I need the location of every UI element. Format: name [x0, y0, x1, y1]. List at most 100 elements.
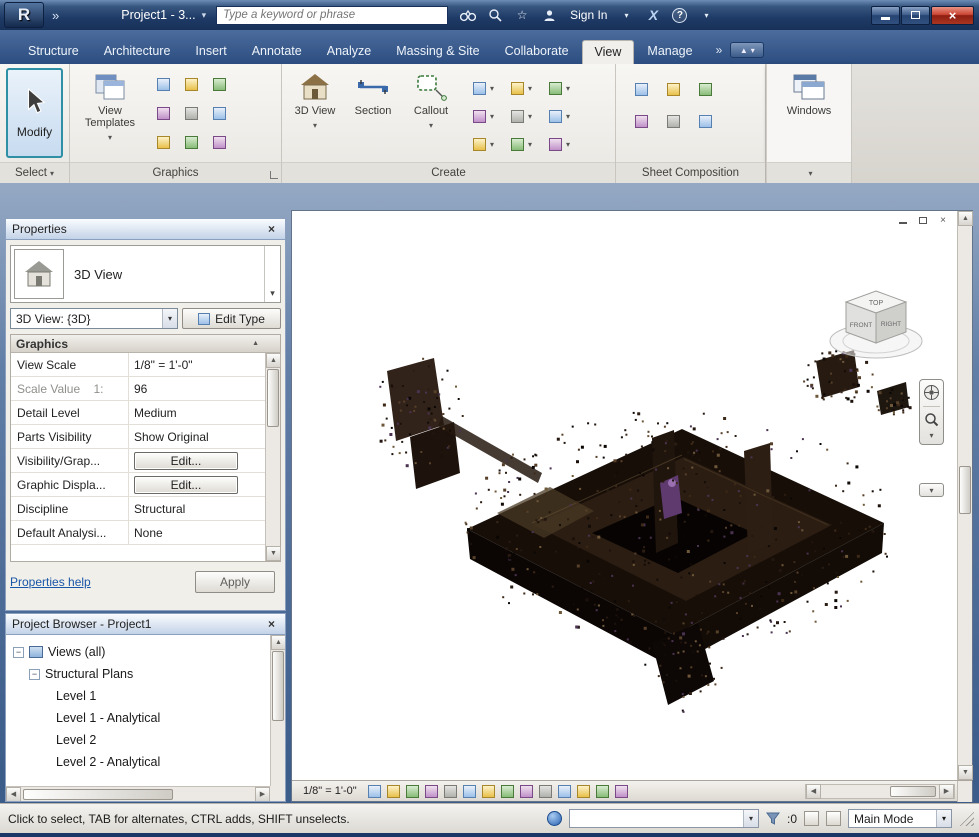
visual-style-icon[interactable]: [384, 783, 403, 800]
select-panel-label[interactable]: Select ▾: [0, 162, 69, 183]
thin-lines-icon[interactable]: [208, 73, 230, 95]
search-binoculars-icon[interactable]: [460, 7, 477, 23]
sign-in-label[interactable]: Sign In: [570, 8, 607, 22]
view-vscrollbar[interactable]: ▲ ▼: [957, 211, 973, 780]
sign-in-caret-icon[interactable]: ▾: [618, 7, 634, 23]
scale-button[interactable]: 1/8" = 1'-0": [296, 783, 364, 800]
reveal-hidden-elements-icon[interactable]: [536, 783, 555, 800]
property-row[interactable]: Parts Visibility Show Original: [11, 425, 265, 449]
scroll-up-icon[interactable]: ▲: [271, 635, 285, 650]
property-row[interactable]: Discipline Structural: [11, 497, 265, 521]
navigation-bar-expander[interactable]: ▾: [919, 483, 944, 497]
legends-icon[interactable]: [506, 105, 528, 127]
tab-massing-site[interactable]: Massing & Site: [384, 40, 491, 64]
project-browser-vscrollbar[interactable]: ▲: [270, 635, 285, 786]
tab-structure[interactable]: Structure: [16, 40, 91, 64]
scrollbar-thumb[interactable]: [267, 369, 279, 427]
tree-item-views-all[interactable]: − Views (all): [6, 641, 285, 663]
scroll-left-icon[interactable]: ◀: [806, 783, 821, 799]
worksharing-display-icon[interactable]: [555, 783, 574, 800]
collapse-expander-icon[interactable]: −: [13, 646, 24, 658]
show-rendering-dialog-icon[interactable]: [441, 783, 460, 800]
scroll-down-icon[interactable]: ▼: [266, 546, 281, 561]
render-gallery-icon[interactable]: [208, 131, 230, 153]
view-instance-combo[interactable]: 3D View: {3D} ▾: [10, 308, 178, 329]
navigation-bar[interactable]: ▾: [919, 379, 944, 445]
property-row[interactable]: Graphic Displa... Edit...: [11, 473, 265, 497]
new-sheet-icon[interactable]: [630, 78, 652, 100]
graphics-section-header[interactable]: Graphics ▲: [11, 335, 280, 353]
zoom-icon[interactable]: [924, 412, 939, 427]
scrollbar-thumb[interactable]: [272, 651, 284, 721]
graphics-dialog-launcher-icon[interactable]: [270, 171, 278, 179]
help-search-box[interactable]: [216, 5, 449, 25]
callout-button[interactable]: Callout ▾: [402, 66, 460, 160]
search-input[interactable]: [217, 6, 448, 24]
tree-item-level-2-analytical[interactable]: Level 2 - Analytical: [6, 751, 285, 773]
tab-collaborate[interactable]: Collaborate: [493, 40, 581, 64]
schedules-icon[interactable]: [468, 133, 490, 155]
exchange-apps-icon[interactable]: X: [645, 7, 661, 23]
favorites-star-icon[interactable]: ☆: [514, 7, 530, 23]
scrollbar-thumb[interactable]: [959, 466, 971, 514]
filters-icon[interactable]: [180, 73, 202, 95]
sheet-composition-panel-label[interactable]: Sheet Composition: [616, 162, 765, 183]
help-caret-icon[interactable]: ▾: [698, 7, 714, 23]
filter-funnel-icon[interactable]: [765, 812, 780, 825]
application-menu-button[interactable]: R: [4, 2, 44, 28]
tree-item-structural-plans[interactable]: − Structural Plans: [6, 663, 285, 685]
tab-overflow-icon[interactable]: »: [716, 43, 723, 57]
view-restore-icon[interactable]: [916, 214, 930, 226]
scroll-up-icon[interactable]: ▲: [266, 353, 281, 368]
property-row[interactable]: Detail Level Medium: [11, 401, 265, 425]
plan-views-icon[interactable]: [468, 77, 490, 99]
graphic-display-edit-button[interactable]: Edit...: [134, 475, 238, 494]
project-browser-header[interactable]: Project Browser - Project1 ×: [5, 613, 286, 635]
minimize-button[interactable]: [871, 5, 900, 25]
drag-elements-toggle-icon[interactable]: [826, 811, 841, 826]
modify-button[interactable]: Modify: [6, 68, 63, 158]
tab-view[interactable]: View: [581, 40, 635, 64]
subscription-center-icon[interactable]: [487, 7, 503, 23]
temporary-hide-isolate-icon[interactable]: [517, 783, 536, 800]
select-links-toggle-icon[interactable]: [804, 811, 819, 826]
scrollbar-thumb[interactable]: [890, 785, 936, 797]
view-close-icon[interactable]: ×: [936, 214, 950, 226]
close-button[interactable]: ×: [931, 5, 974, 25]
show-constraints-icon[interactable]: [593, 783, 612, 800]
tab-manage[interactable]: Manage: [635, 40, 704, 64]
unlocked-view-icon[interactable]: [498, 783, 517, 800]
render-icon[interactable]: [152, 131, 174, 153]
scroll-right-icon[interactable]: ▶: [939, 783, 954, 799]
graphics-panel-label[interactable]: Graphics: [70, 162, 281, 183]
viewports-icon[interactable]: [694, 110, 716, 132]
drafting-view-icon[interactable]: [544, 77, 566, 99]
zoom-caret-icon[interactable]: ▾: [929, 431, 933, 440]
title-caret-icon[interactable]: ▾: [202, 10, 207, 21]
show-hidden-lines-icon[interactable]: [152, 102, 174, 124]
detail-level-icon[interactable]: [365, 783, 384, 800]
tab-annotate[interactable]: Annotate: [240, 40, 314, 64]
visibility-graphics-edit-button[interactable]: Edit...: [134, 451, 238, 470]
section-button[interactable]: Section: [344, 66, 402, 160]
sheet-list-icon[interactable]: [506, 133, 528, 155]
view-templates-button[interactable]: View Templates ▾: [74, 66, 146, 160]
view-hscrollbar[interactable]: ◀ ▶: [805, 783, 955, 799]
scroll-up-icon[interactable]: ▲: [958, 211, 973, 226]
remove-hidden-lines-icon[interactable]: [180, 102, 202, 124]
duplicate-view-icon[interactable]: [468, 105, 490, 127]
windows-panel-label[interactable]: ▾: [767, 162, 851, 183]
tree-item-level-1-analytical[interactable]: Level 1 - Analytical: [6, 707, 285, 729]
edit-type-button[interactable]: Edit Type: [182, 308, 281, 329]
tree-item-level-2[interactable]: Level 2: [6, 729, 285, 751]
restore-button[interactable]: [901, 5, 930, 25]
help-icon[interactable]: ?: [672, 7, 688, 23]
type-selector[interactable]: 3D View ▾: [10, 245, 281, 303]
scroll-left-icon[interactable]: ◀: [6, 786, 21, 801]
temporary-view-properties-icon[interactable]: [574, 783, 593, 800]
scroll-down-icon[interactable]: ▼: [958, 765, 973, 780]
windows-button[interactable]: Windows: [774, 66, 844, 160]
matchline-icon[interactable]: [662, 110, 684, 132]
guide-grid-icon[interactable]: [630, 110, 652, 132]
steering-wheel-icon[interactable]: [923, 384, 940, 401]
